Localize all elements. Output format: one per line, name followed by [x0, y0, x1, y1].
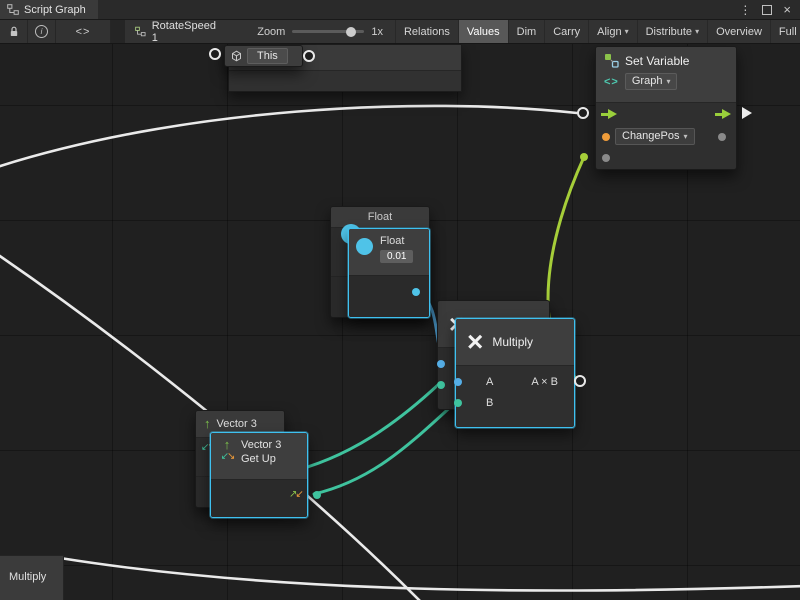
- input-a-label: A: [486, 376, 493, 388]
- close-icon[interactable]: ×: [783, 3, 791, 16]
- zoom-slider[interactable]: [292, 30, 364, 33]
- tab-bar: Script Graph ⋮ ×: [0, 0, 800, 20]
- wire-getup-to-multiply-b[interactable]: [314, 402, 456, 494]
- output-value-port[interactable]: [718, 133, 726, 141]
- zoom-label: Zoom: [257, 26, 285, 38]
- chevron-down-icon: ▾: [684, 130, 688, 143]
- up-arrow-icon: ↑: [204, 418, 211, 430]
- wire-flow-bottom[interactable]: [60, 558, 800, 591]
- value-wire-endpoint[interactable]: [580, 153, 588, 161]
- toolbar-buttons: Relations Values Dim Carry Align▾ Distri…: [395, 20, 800, 43]
- unity-script-graph-window: Script Graph ⋮ × i <>: [0, 0, 800, 600]
- node-header: Float 0.01: [349, 229, 429, 276]
- graph-asset-icon: [135, 26, 146, 37]
- vector-result-icon: ↗↙: [289, 490, 302, 500]
- node-header: × Multiply: [456, 319, 574, 366]
- zoom-control: Zoom 1x: [257, 26, 383, 38]
- float-value-field[interactable]: 0.01: [380, 250, 413, 263]
- wire-getup-to-multiply-ghost[interactable]: [286, 384, 439, 473]
- node-multiply-corner[interactable]: Multiply: [0, 555, 64, 600]
- tab-title: Script Graph: [24, 4, 86, 16]
- values-button[interactable]: Values: [458, 20, 508, 43]
- graph-name: RotateSpeed 1: [152, 20, 218, 44]
- input-a-port[interactable]: [454, 378, 462, 386]
- window-controls: ⋮ ×: [739, 0, 800, 19]
- output-label: A × B: [531, 376, 558, 388]
- variable-name-port[interactable]: [602, 133, 610, 141]
- vector3-icon: ↑ ↙↘: [219, 439, 235, 462]
- relations-button[interactable]: Relations: [395, 20, 458, 43]
- flow-arrow-icon: [742, 107, 752, 119]
- graph-breadcrumb[interactable]: RotateSpeed 1: [125, 20, 227, 44]
- up-arrow-icon: ↑: [224, 439, 231, 451]
- info-button[interactable]: i: [28, 20, 56, 43]
- chevron-down-icon: ▾: [666, 75, 670, 88]
- loose-port[interactable]: [209, 48, 221, 60]
- lock-icon: [9, 26, 19, 38]
- get-up-output-port[interactable]: [313, 491, 321, 499]
- graph-scope-icon: <>: [604, 76, 619, 88]
- maximize-icon[interactable]: [762, 5, 772, 15]
- node-title: Float: [380, 235, 413, 247]
- flow-in-port[interactable]: [601, 109, 617, 119]
- dim-button[interactable]: Dim: [508, 20, 545, 43]
- this-output-port[interactable]: [303, 50, 315, 62]
- node-header: ↑ ↙↘ Vector 3 Get Up: [211, 433, 307, 481]
- code-preview-button[interactable]: <>: [56, 20, 111, 43]
- graph-canvas[interactable]: This Set Variable <> Graph▾: [0, 44, 800, 600]
- tab-script-graph[interactable]: Script Graph: [0, 0, 98, 19]
- wire-flow-top[interactable]: [0, 106, 577, 168]
- input-b-port[interactable]: [454, 399, 462, 407]
- node-subtitle: Get Up: [241, 453, 281, 465]
- node-header: Set Variable <> Graph▾: [596, 47, 736, 103]
- input-value-port[interactable]: [602, 154, 610, 162]
- node-this[interactable]: This: [224, 45, 303, 67]
- toolbar-left-group: i <>: [0, 20, 111, 43]
- input-a-port[interactable]: [437, 360, 445, 368]
- zoom-value: 1x: [371, 26, 383, 38]
- zoom-slider-thumb[interactable]: [346, 27, 356, 37]
- float-icon: [356, 238, 373, 255]
- fullscreen-button[interactable]: Full Screen: [770, 20, 800, 43]
- node-float[interactable]: Float 0.01: [348, 228, 430, 318]
- set-variable-icon: [604, 53, 619, 68]
- node-get-up[interactable]: ↑ ↙↘ Vector 3 Get Up ↗↙: [210, 432, 308, 518]
- node-title: Vector 3: [217, 418, 257, 430]
- node-title: Multiply: [492, 335, 533, 349]
- vector-diag-icon: ↙↘: [221, 452, 234, 462]
- lock-button[interactable]: [0, 20, 28, 43]
- distribute-button[interactable]: Distribute▾: [637, 20, 707, 43]
- node-title: Vector 3: [241, 439, 281, 451]
- overview-button[interactable]: Overview: [707, 20, 770, 43]
- code-icon: <>: [76, 26, 91, 38]
- variable-name-dropdown[interactable]: ChangePos▾: [615, 128, 695, 145]
- node-multiply[interactable]: × Multiply A A × B B: [455, 318, 575, 428]
- this-label: This: [247, 48, 288, 64]
- chevron-down-icon: ▾: [695, 27, 699, 36]
- window-menu-icon[interactable]: ⋮: [739, 4, 751, 16]
- carry-button[interactable]: Carry: [544, 20, 588, 43]
- script-graph-icon: [7, 4, 19, 15]
- align-button[interactable]: Align▾: [588, 20, 636, 43]
- node-title: Multiply: [9, 571, 46, 583]
- node-title: Set Variable: [625, 54, 689, 68]
- float-output-port[interactable]: [412, 288, 420, 296]
- flow-in-endpoint[interactable]: [577, 107, 589, 119]
- info-icon: i: [35, 25, 48, 38]
- variable-scope-dropdown[interactable]: Graph▾: [625, 73, 678, 90]
- input-b-label: B: [486, 397, 493, 409]
- chevron-down-icon: ▾: [625, 27, 629, 36]
- multiply-icon: ×: [467, 328, 483, 356]
- multiply-output-port[interactable]: [574, 375, 586, 387]
- flow-out-port[interactable]: [715, 109, 731, 119]
- graph-toolbar: i <> RotateSpeed 1 Zoom 1x Relatio: [0, 20, 800, 44]
- input-b-port[interactable]: [437, 381, 445, 389]
- toolbar-main-group: RotateSpeed 1 Zoom 1x Relations Values D…: [125, 20, 800, 43]
- cube-icon: [231, 50, 242, 62]
- node-set-variable[interactable]: Set Variable <> Graph▾ ChangePos▾: [595, 46, 737, 170]
